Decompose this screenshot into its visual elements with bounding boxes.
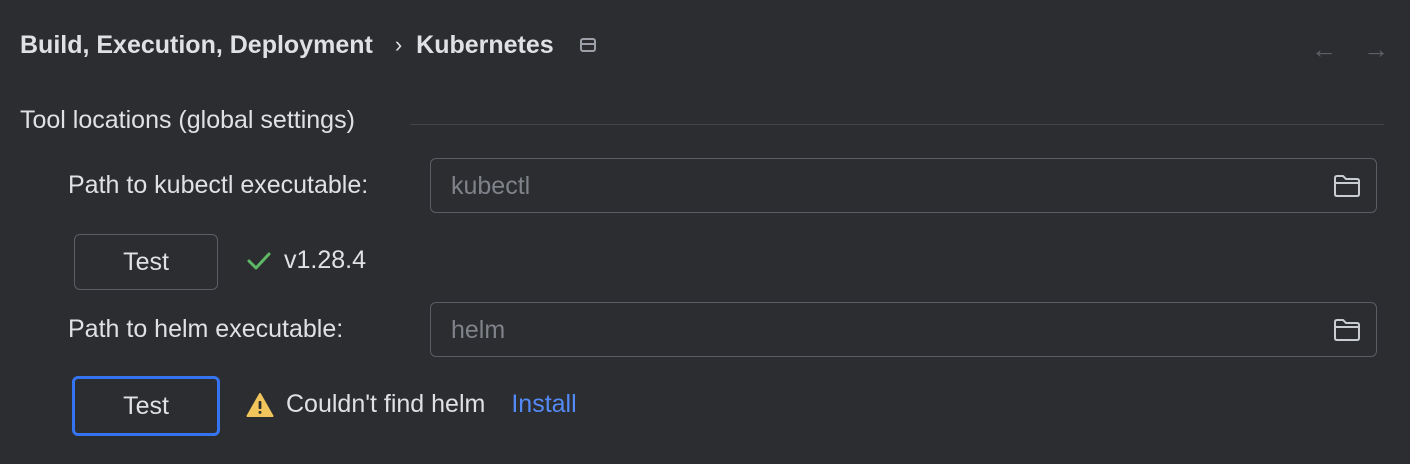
warning-icon [246,392,274,417]
kubectl-path-field[interactable]: kubectl [430,158,1377,213]
install-link[interactable]: Install [511,390,576,419]
window-icon[interactable] [579,38,596,52]
breadcrumb-parent[interactable]: Build, Execution, Deployment [20,31,373,60]
forward-arrow-icon[interactable]: → [1362,34,1390,64]
back-arrow-icon[interactable]: ← [1310,34,1338,64]
helm-status: Couldn't find helm Install [246,390,577,419]
section-divider [410,124,1384,125]
checkmark-icon [247,252,271,269]
helm-path-field[interactable]: helm [430,302,1377,357]
kubectl-path-placeholder: kubectl [451,172,531,200]
helm-path-placeholder: helm [451,316,506,344]
helm-path-label: Path to helm executable: [68,315,344,343]
kubectl-test-button[interactable]: Test [74,234,218,290]
kubectl-path-label: Path to kubectl executable: [68,171,369,199]
helm-status-text: Couldn't find helm [286,390,486,418]
breadcrumb-current: Kubernetes [416,30,554,59]
helm-test-button[interactable]: Test [72,376,220,436]
kubectl-version-text: v1.28.4 [284,246,367,274]
folder-icon[interactable] [1333,174,1361,198]
folder-icon[interactable] [1333,318,1361,342]
breadcrumb: Build, Execution, Deployment › Kubernete… [20,28,596,62]
kubernetes-settings-page: Build, Execution, Deployment › Kubernete… [0,0,1410,464]
navigation-arrows: ← → [1310,34,1390,64]
section-title: Tool locations (global settings) [20,106,355,134]
kubectl-status: v1.28.4 [246,246,366,275]
breadcrumb-separator: › [394,32,403,57]
